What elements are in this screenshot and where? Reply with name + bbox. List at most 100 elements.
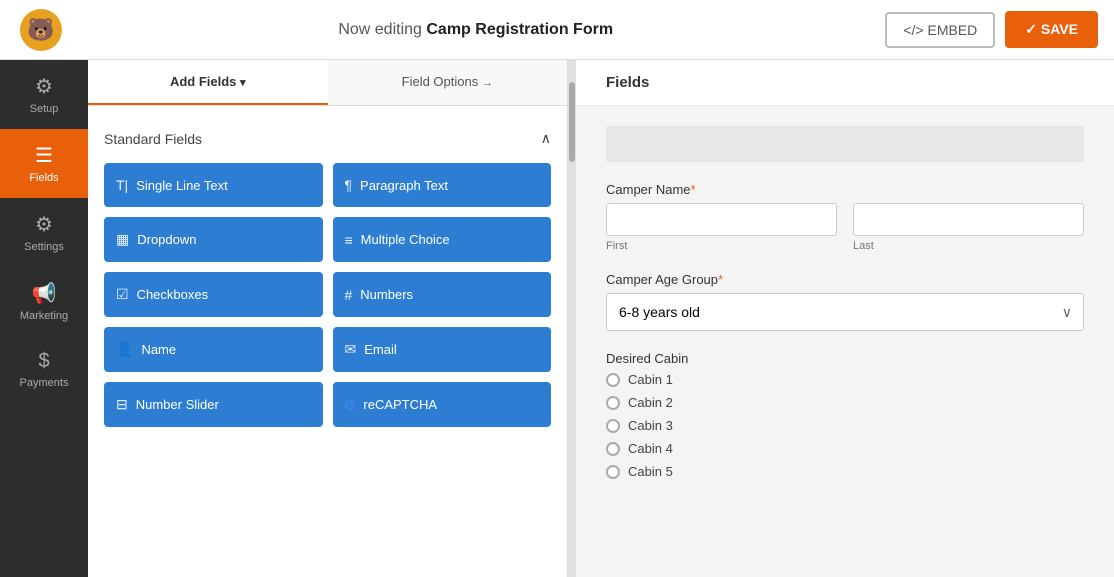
checkboxes-icon: ☑ — [116, 286, 129, 303]
field-btn-paragraph-text-label: Paragraph Text — [360, 178, 448, 193]
camper-name-group: Camper Name* First Last — [606, 182, 1084, 252]
camper-age-label: Camper Age Group* — [606, 272, 1084, 287]
main-layout: ⚙ Setup ☰ Fields ⚙ Settings 📢 Marketing … — [0, 60, 1114, 577]
sidebar-label-marketing: Marketing — [20, 310, 68, 322]
sidebar-label-payments: Payments — [20, 377, 69, 389]
save-button[interactable]: ✓ SAVE — [1005, 11, 1098, 48]
cabin-4-item: Cabin 4 — [606, 441, 1084, 456]
standard-fields-header: Standard Fields ∧ — [104, 122, 551, 163]
last-label: Last — [853, 240, 1084, 252]
number-slider-icon: ⊟ — [116, 396, 128, 413]
field-btn-paragraph-text[interactable]: ¶ Paragraph Text — [333, 163, 552, 207]
cabin-5-item: Cabin 5 — [606, 464, 1084, 479]
sidebar-item-fields[interactable]: ☰ Fields — [0, 129, 88, 198]
scroll-thumb[interactable] — [569, 82, 575, 162]
required-marker: * — [691, 182, 696, 197]
numbers-icon: # — [345, 287, 353, 303]
cabin-1-radio[interactable] — [606, 373, 620, 387]
cabin-2-radio[interactable] — [606, 396, 620, 410]
cabin-2-item: Cabin 2 — [606, 395, 1084, 410]
single-line-text-icon: T| — [116, 177, 128, 193]
age-required-marker: * — [718, 272, 723, 287]
field-btn-email[interactable]: ✉ Email — [333, 327, 552, 372]
form-preview-body: Camper Name* First Last Camper Age Gro — [576, 106, 1114, 519]
first-label: First — [606, 240, 837, 252]
sidebar-label-fields: Fields — [29, 172, 58, 184]
bear-logo: 🐻 — [20, 9, 62, 51]
cabin-3-label: Cabin 3 — [628, 418, 673, 433]
sidebar-item-payments[interactable]: $ Payments — [0, 336, 88, 403]
sidebar-label-setup: Setup — [30, 103, 59, 115]
first-name-input[interactable] — [606, 203, 837, 236]
field-btn-checkboxes-label: Checkboxes — [137, 287, 209, 302]
field-btn-recaptcha[interactable]: G reCAPTCHA — [333, 382, 552, 427]
sidebar-label-settings: Settings — [24, 241, 64, 253]
cabin-4-radio[interactable] — [606, 442, 620, 456]
cabin-5-label: Cabin 5 — [628, 464, 673, 479]
field-btn-number-slider-label: Number Slider — [136, 397, 219, 412]
embed-button[interactable]: </> EMBED — [885, 12, 995, 48]
field-btn-name-label: Name — [141, 342, 176, 357]
cabin-3-item: Cabin 3 — [606, 418, 1084, 433]
field-btn-number-slider[interactable]: ⊟ Number Slider — [104, 382, 323, 427]
sidebar-item-setup[interactable]: ⚙ Setup — [0, 60, 88, 129]
desired-cabin-group: Desired Cabin Cabin 1 Cabin 2 Cabin 3 — [606, 351, 1084, 479]
settings-icon: ⚙ — [35, 212, 53, 237]
field-btn-single-line-text-label: Single Line Text — [136, 178, 228, 193]
age-select-wrapper: 6-8 years old 9-11 years old 12-14 years… — [606, 293, 1084, 331]
tab-field-options-label: Field Options — [402, 74, 479, 89]
cabin-1-item: Cabin 1 — [606, 372, 1084, 387]
dropdown-icon: ▦ — [116, 231, 129, 248]
last-name-col: Last — [853, 203, 1084, 252]
camper-name-label: Camper Name* — [606, 182, 1084, 197]
form-title-bar — [606, 126, 1084, 162]
arrow-right-icon: → — [482, 77, 493, 89]
field-btn-checkboxes[interactable]: ☑ Checkboxes — [104, 272, 323, 317]
paragraph-text-icon: ¶ — [345, 177, 353, 193]
cabin-5-radio[interactable] — [606, 465, 620, 479]
field-btn-numbers-label: Numbers — [360, 287, 413, 302]
sidebar-item-settings[interactable]: ⚙ Settings — [0, 198, 88, 267]
field-btn-multiple-choice[interactable]: ≡ Multiple Choice — [333, 217, 552, 262]
payments-icon: $ — [38, 350, 49, 373]
cabin-radio-group: Cabin 1 Cabin 2 Cabin 3 Cabin 4 — [606, 372, 1084, 479]
age-select[interactable]: 6-8 years old 9-11 years old 12-14 years… — [606, 293, 1084, 331]
field-btn-recaptcha-label: reCAPTCHA — [363, 397, 437, 412]
panel-tabs: Add Fields ▾ Field Options → — [88, 60, 567, 106]
desired-cabin-label: Desired Cabin — [606, 351, 1084, 366]
field-btn-single-line-text[interactable]: T| Single Line Text — [104, 163, 323, 207]
section-title: Fields — [606, 74, 649, 91]
form-preview: Fields Camper Name* First Last — [576, 60, 1114, 577]
tab-add-fields[interactable]: Add Fields ▾ — [88, 60, 328, 105]
last-name-input[interactable] — [853, 203, 1084, 236]
logo: 🐻 — [16, 5, 66, 55]
editing-prefix: Now editing — [338, 21, 426, 38]
marketing-icon: 📢 — [32, 281, 57, 306]
recaptcha-icon: G — [345, 397, 356, 413]
topbar-actions: </> EMBED ✓ SAVE — [885, 11, 1098, 48]
form-title: Now editing Camp Registration Form — [66, 21, 885, 39]
sidebar: ⚙ Setup ☰ Fields ⚙ Settings 📢 Marketing … — [0, 60, 88, 577]
sidebar-item-marketing[interactable]: 📢 Marketing — [0, 267, 88, 336]
first-name-col: First — [606, 203, 837, 252]
panel-content: Standard Fields ∧ T| Single Line Text ¶ … — [88, 106, 567, 577]
fields-panel: Add Fields ▾ Field Options → Standard Fi… — [88, 60, 568, 577]
scroll-indicator[interactable] — [568, 60, 576, 577]
field-btn-email-label: Email — [364, 342, 397, 357]
cabin-4-label: Cabin 4 — [628, 441, 673, 456]
cabin-3-radio[interactable] — [606, 419, 620, 433]
field-btn-numbers[interactable]: # Numbers — [333, 272, 552, 317]
multiple-choice-icon: ≡ — [345, 232, 353, 248]
email-icon: ✉ — [345, 341, 357, 358]
name-icon: 👤 — [116, 341, 133, 358]
topbar: 🐻 Now editing Camp Registration Form </>… — [0, 0, 1114, 60]
field-btn-dropdown[interactable]: ▦ Dropdown — [104, 217, 323, 262]
name-row: First Last — [606, 203, 1084, 252]
camper-age-group: Camper Age Group* 6-8 years old 9-11 yea… — [606, 272, 1084, 331]
gear-icon: ⚙ — [35, 74, 53, 99]
collapse-icon: ∧ — [541, 130, 551, 147]
field-btn-name[interactable]: 👤 Name — [104, 327, 323, 372]
form-name: Camp Registration Form — [426, 21, 613, 38]
fields-grid: T| Single Line Text ¶ Paragraph Text ▦ D… — [104, 163, 551, 427]
tab-field-options[interactable]: Field Options → — [328, 60, 568, 105]
